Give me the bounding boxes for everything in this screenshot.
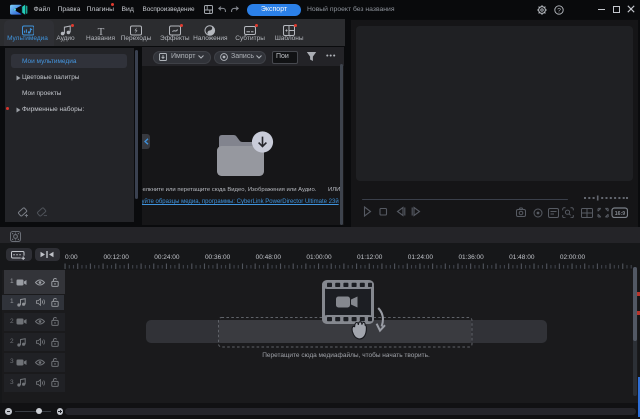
svg-text:16:9: 16:9 bbox=[615, 211, 625, 217]
svg-text:?: ? bbox=[557, 7, 561, 14]
